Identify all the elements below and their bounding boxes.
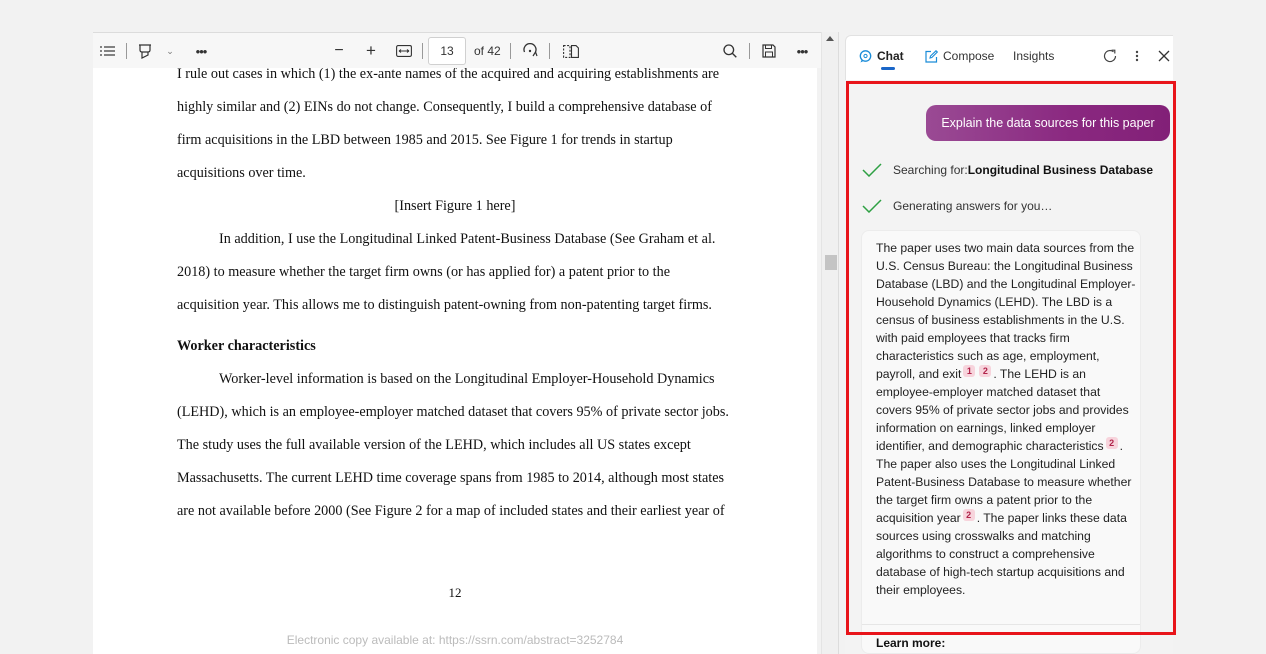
toolbar-divider xyxy=(422,43,423,59)
citation-badge[interactable]: 1 xyxy=(963,365,976,377)
page-view-icon[interactable] xyxy=(561,33,581,69)
chat-header: Chat Compose Insights xyxy=(845,35,1173,80)
page-footer: Electronic copy available at: https://ss… xyxy=(286,633,624,647)
toolbar-divider xyxy=(749,43,750,59)
toolbar-divider xyxy=(126,43,127,59)
paragraph-line: are not available before 2000 (See Figur… xyxy=(177,503,725,519)
table-of-contents-icon[interactable] xyxy=(97,33,117,69)
pdf-scrollbar[interactable] xyxy=(821,32,838,654)
active-tab-indicator xyxy=(881,67,895,70)
paragraph-line: I rule out cases in which (1) the ex-ant… xyxy=(177,68,720,82)
scroll-thumb[interactable] xyxy=(825,255,837,270)
search-query: Longitudinal Business Database xyxy=(967,163,1154,177)
highlighter-icon[interactable] xyxy=(135,33,155,69)
pdf-toolbar: ⌄ ••• − + 13 of 42 ••• xyxy=(93,32,821,68)
status-text: Generating answers for you… xyxy=(893,199,1053,213)
paragraph-line: firm acquisitions in the LBD between 198… xyxy=(177,132,673,148)
checkmark-icon xyxy=(862,199,884,213)
answer-text: The paper uses two main data sources fro… xyxy=(876,239,1136,599)
search-icon[interactable] xyxy=(720,33,740,69)
ellipsis-icon[interactable]: ••• xyxy=(191,33,211,69)
close-icon[interactable] xyxy=(1154,36,1174,76)
zoom-out-icon[interactable]: − xyxy=(329,33,349,69)
section-heading: Worker characteristics xyxy=(177,338,316,354)
refresh-icon[interactable] xyxy=(1100,36,1120,76)
paragraph-line: The study uses the full available versio… xyxy=(177,437,691,453)
rotate-icon[interactable] xyxy=(520,33,540,69)
learn-more-label: Learn more: xyxy=(876,636,946,650)
tab-chat[interactable]: Chat xyxy=(859,36,904,76)
chevron-down-icon[interactable]: ⌄ xyxy=(163,33,177,69)
scroll-up-arrow-icon[interactable] xyxy=(826,36,834,41)
citation-badge[interactable]: 2 xyxy=(1105,437,1118,449)
save-icon[interactable] xyxy=(759,33,779,69)
citation-badge[interactable]: 2 xyxy=(979,365,992,377)
page-number-input[interactable]: 13 xyxy=(428,37,466,65)
vertical-ellipsis-icon[interactable] xyxy=(1129,36,1145,76)
paragraph-line: acquisition year. This allows me to dist… xyxy=(177,297,712,313)
paragraph-line: highly similar and (2) EINs do not chang… xyxy=(177,99,712,115)
fit-width-icon[interactable] xyxy=(393,33,415,69)
paragraph-line: 2018) to measure whether the target firm… xyxy=(177,264,670,280)
paragraph-line: acquisitions over time. xyxy=(177,165,306,181)
tab-label: Chat xyxy=(877,49,904,63)
answer-segment: The paper uses two main data sources fro… xyxy=(876,241,1136,381)
paragraph-line: (LEHD), which is an employee-employer ma… xyxy=(177,404,729,420)
tab-compose[interactable]: Compose xyxy=(925,36,994,76)
zoom-in-icon[interactable]: + xyxy=(361,33,381,69)
citation-badge[interactable]: 2 xyxy=(962,509,975,521)
pdf-page: I rule out cases in which (1) the ex-ant… xyxy=(93,68,817,654)
checkmark-icon xyxy=(862,163,884,177)
answer-divider xyxy=(862,624,1140,625)
pdf-viewer: ⌄ ••• − + 13 of 42 ••• I rule out cases … xyxy=(93,32,838,654)
status-generating: Generating answers for you… xyxy=(862,196,1052,216)
toolbar-divider xyxy=(510,43,511,59)
toolbar-divider xyxy=(549,43,550,59)
user-message-bubble: Explain the data sources for this paper xyxy=(926,105,1170,141)
compose-icon xyxy=(925,49,938,63)
pane-divider xyxy=(838,32,839,654)
paragraph-line: In addition, I use the Longitudinal Link… xyxy=(219,231,716,247)
status-prefix: Searching for: xyxy=(893,163,968,177)
paragraph-line: Massachusetts. The current LEHD time cov… xyxy=(177,470,725,486)
ellipsis-icon[interactable]: ••• xyxy=(791,33,813,69)
assistant-answer-card: The paper uses two main data sources fro… xyxy=(861,230,1141,654)
chat-icon xyxy=(859,49,872,63)
tab-label: Insights xyxy=(1013,49,1055,63)
paragraph-line: Worker-level information is based on the… xyxy=(219,371,715,387)
figure-placeholder: [Insert Figure 1 here] xyxy=(394,198,516,214)
tab-insights[interactable]: Insights xyxy=(1013,36,1054,76)
status-searching: Searching for: Longitudinal Business Dat… xyxy=(862,160,1153,180)
page-number: 12 xyxy=(448,585,462,600)
tab-label: Compose xyxy=(943,49,995,63)
page-total-label: of 42 xyxy=(474,44,501,58)
